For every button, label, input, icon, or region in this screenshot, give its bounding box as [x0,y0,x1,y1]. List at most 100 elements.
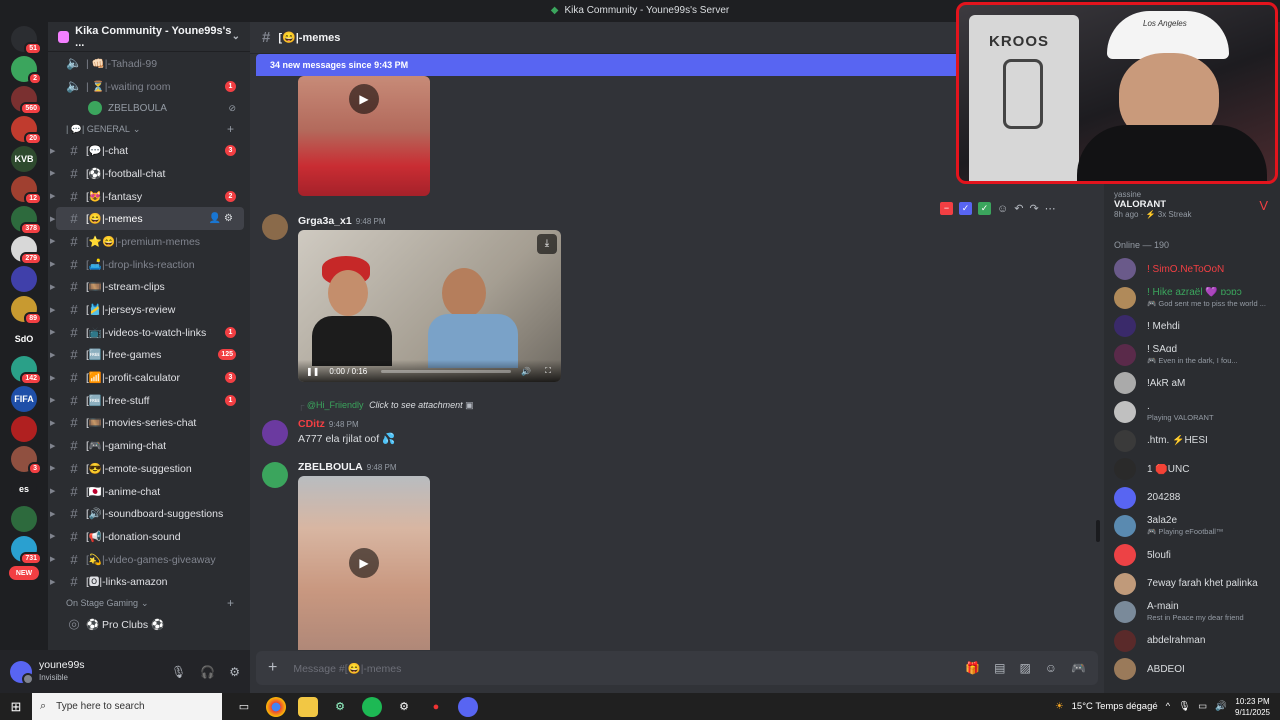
author-name[interactable]: ZBELBOULA [298,461,363,473]
channel-item[interactable]: ▶ # [📺|-videos-to-watch-links 1 [50,321,244,344]
expand-arrow-icon[interactable]: ▶ [50,555,55,563]
microphone-icon[interactable]: 🎙 [171,665,186,679]
channel-item[interactable]: ▶ # [📶|-profit-calculator 3 [50,366,244,389]
play-icon[interactable]: ▶ [349,548,379,578]
member-item[interactable]: .htm. ⚡HESI [1114,429,1278,452]
author-name[interactable]: CDitz [298,418,325,430]
member-item[interactable]: ! Hike azraël 💜 ɒɔɒɔ 🎮 God sent me to pis… [1114,286,1278,309]
expand-arrow-icon[interactable]: ▶ [50,487,55,495]
expand-arrow-icon[interactable]: ▶ [50,351,55,359]
member-item[interactable]: 204288 [1114,486,1278,509]
expand-arrow-icon[interactable]: ▶ [50,396,55,404]
windows-start-icon[interactable]: ⊞ [0,699,32,715]
task-view-icon[interactable]: ▭ [234,697,254,717]
video-thumbnail[interactable]: ▶ [298,76,430,196]
server-icon[interactable]: 89 [11,296,42,325]
expand-arrow-icon[interactable]: ▶ [50,419,55,427]
member-item[interactable]: !AkR aM [1114,372,1278,395]
channel-item[interactable]: ▶ # [💫|-video-games-giveaway [50,548,244,571]
server-icon[interactable]: 378 [11,206,42,235]
expand-arrow-icon[interactable]: ▶ [50,464,55,472]
server-icon[interactable]: FIFA [11,386,37,412]
expand-arrow-icon[interactable]: ▶ [50,510,55,518]
expand-arrow-icon[interactable]: ▶ [50,578,55,586]
expand-arrow-icon[interactable]: ▶ [50,169,55,177]
channel-item[interactable]: ▶ # [🛋️|-drop-links-reaction [50,253,244,276]
discord-avatar[interactable] [262,462,288,488]
no-entry-icon[interactable]: − [940,202,953,215]
reply-icon[interactable]: ↶ [1014,202,1023,215]
reply-text[interactable]: Click to see attachment [369,400,463,410]
member-item[interactable]: ! Mehdi [1114,315,1278,338]
server-icon[interactable]: 12 [11,176,42,205]
channel-item[interactable]: ▶ # [🎞️|-movies-series-chat [50,412,244,435]
category-stage[interactable]: On Stage Gaming ⌄ + [56,593,250,613]
expand-arrow-icon[interactable]: ▶ [50,215,55,223]
new-messages-bar[interactable]: 34 new messages since 9:43 PM [256,54,962,76]
channel-settings-icon[interactable]: 👤⚙ [209,213,236,224]
sticker-icon[interactable]: ▨ [1019,661,1030,675]
member-item[interactable]: ABDEOI [1114,658,1278,681]
server-icon[interactable]: 142 [11,356,42,385]
video-progress[interactable] [381,369,512,373]
channel-item[interactable]: ▶ # [🎞️|-stream-clips [50,276,244,299]
channel-item[interactable]: ▶ # [😄|-memes 👤⚙ [50,207,244,231]
server-icon[interactable]: 51 [11,26,42,55]
member-item[interactable]: 7eway farah khet palinka [1114,572,1278,595]
checkbox-icon[interactable]: ✓ [959,202,972,215]
video-player[interactable]: ⤓ ❚❚ 0:00 / 0:16 🔊 ⛶ [298,230,561,382]
server-icon[interactable]: 3 [11,446,42,475]
more-icon[interactable]: ⋯ [1045,202,1056,215]
channel-item[interactable]: ▶ # [🎽|-jerseys-review [50,298,244,321]
member-item[interactable]: ! SimO.NeToOoN [1114,258,1278,280]
member-item[interactable]: 5loufi [1114,544,1278,566]
discord-icon[interactable] [458,696,478,717]
expand-arrow-icon[interactable]: ▶ [50,283,55,291]
app-icon-red[interactable]: ● [426,697,446,717]
headphones-icon[interactable]: 🎧 [200,665,215,679]
forward-icon[interactable]: ↷ [1029,202,1038,215]
pause-icon[interactable]: ❚❚ [306,367,319,376]
volume-icon[interactable]: 🔊 [521,367,531,376]
member-item[interactable]: . Playing VALORANT [1114,401,1278,423]
channel-item[interactable]: ▶ # [⭐😄|-premium-memes [50,230,244,253]
chevron-down-icon[interactable]: ⌄ [232,31,240,42]
server-icon[interactable]: 731 [11,536,42,565]
message-author[interactable]: CDitz 9:48 PM [298,418,359,430]
channel-item[interactable]: ▶ # [💬|-chat 3 [50,139,244,162]
message-input[interactable]: + Message #[😄|-memes 🎁 ▤ ▨ ☺ 🎮 [256,651,1098,685]
member-item[interactable]: A-main Rest in Peace my dear friend [1114,601,1278,624]
app-icon[interactable]: ⚙ [330,697,350,717]
channel-item[interactable]: ▶ # [⚽|-football-chat [50,162,244,185]
download-icon[interactable]: ⤓ [537,234,557,254]
game-activity-card[interactable]: yassine VALORANT 8h ago · ⚡ 3x Streak V [1114,190,1274,219]
network-icon[interactable]: ▭ [1198,701,1207,712]
activities-icon[interactable]: 🎮 [1071,661,1086,675]
gift-icon[interactable]: 🎁 [965,661,980,675]
gif-icon[interactable]: ▤ [994,661,1005,675]
expand-arrow-icon[interactable]: ▶ [50,328,55,336]
expand-arrow-icon[interactable]: ▶ [50,192,55,200]
avatar[interactable] [262,420,288,446]
avatar[interactable] [262,214,288,240]
channel-item[interactable]: ▶ # [🆓|-free-games 125 [50,344,244,367]
member-item[interactable]: abdelrahman [1114,629,1278,652]
video-thumbnail[interactable]: ▶ [298,476,430,650]
user-name[interactable]: youne99s [39,659,85,671]
gear-icon[interactable]: ⚙ [229,665,240,679]
message-author[interactable]: ZBELBOULA 9:48 PM [298,461,397,473]
voice-channel[interactable]: 🔈 | ⏳|-waiting room 1 [56,75,244,98]
channel-item[interactable]: ▶ # [😎|-emote-suggestion [50,457,244,480]
add-channel-icon[interactable]: + [227,596,234,610]
channel-item[interactable]: ▶ # [🆓|-free-stuff 1 [50,389,244,412]
expand-arrow-icon[interactable]: ▶ [50,442,55,450]
clock[interactable]: 10:23 PM 9/11/2025 [1235,696,1270,718]
fullscreen-icon[interactable]: ⛶ [545,366,551,376]
reply-preview[interactable]: ┌ @Hi_Friiendly Click to see attachment … [298,400,474,411]
message-author[interactable]: Grga3a_x1 9:48 PM [298,215,386,227]
server-icon[interactable]: KVB [11,146,37,172]
member-item[interactable]: ! SAɑd 🎮 Even in the dark, I fou... [1114,343,1278,366]
server-icon[interactable]: 2 [11,56,42,85]
server-icon[interactable]: 279 [11,236,42,265]
play-icon[interactable]: ▶ [349,84,379,114]
